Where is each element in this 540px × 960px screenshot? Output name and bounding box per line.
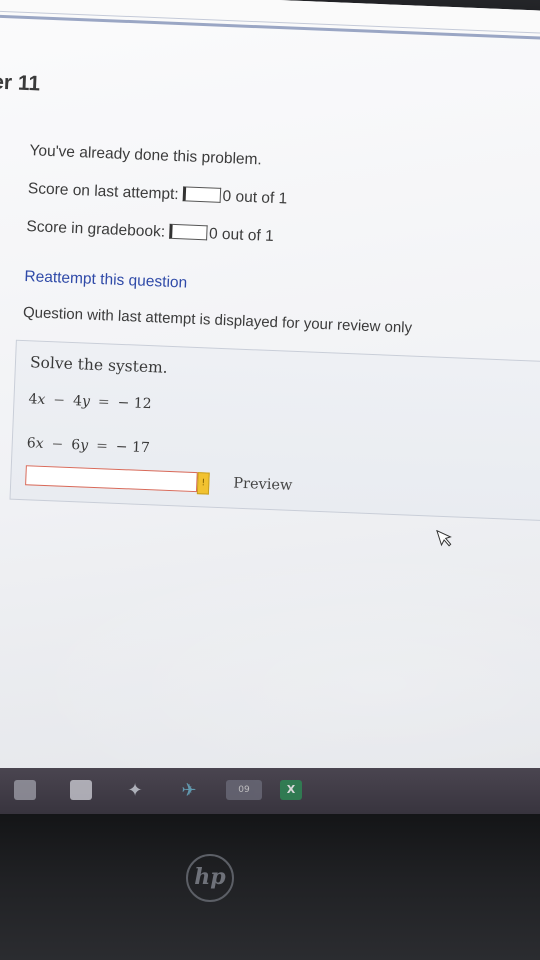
gradebook-value: 0 out of 1 xyxy=(208,225,274,245)
file-manager-icon[interactable] xyxy=(14,780,36,800)
gradebook-score: Score in gradebook: 0 out of 1 xyxy=(26,218,274,246)
eq2-equals: = xyxy=(95,438,109,455)
question-prompt: Solve the system. xyxy=(29,353,169,377)
equation-2: 6x −6y = − 17 xyxy=(26,435,150,456)
eq1-var-y: y xyxy=(81,393,91,410)
hp-logo: hp xyxy=(186,854,234,902)
answer-helper-icon[interactable]: ! xyxy=(196,472,210,495)
laptop-bezel: hp xyxy=(0,814,540,960)
equation-1: 4x −4y = − 12 xyxy=(28,391,152,412)
store-icon[interactable] xyxy=(70,780,92,800)
photo-frame: er 11 You've already done this problem. … xyxy=(0,0,540,960)
question-panel: Solve the system. 4x −4y = − 12 6x −6y = − 17 … xyxy=(9,339,540,522)
eq1-minus: − xyxy=(53,392,66,409)
eq2-var-y: y xyxy=(79,437,89,454)
gradebook-label: Score in gradebook: xyxy=(26,218,166,241)
page-header-strip xyxy=(0,0,540,42)
eq2-var-x: x xyxy=(35,435,44,452)
weather-icon[interactable]: 09 xyxy=(226,780,262,800)
last-attempt-score: Score on last attempt: 0 out of 1 xyxy=(28,180,288,208)
browser-viewport: er 11 You've already done this problem. … xyxy=(0,0,540,802)
last-attempt-value: 0 out of 1 xyxy=(222,187,288,208)
dropbox-icon[interactable]: ✦ xyxy=(124,780,146,801)
problem-status: You've already done this problem. Score … xyxy=(23,142,540,336)
header-divider xyxy=(0,9,540,36)
chapter-title: er 11 xyxy=(0,70,41,96)
eq2-rhs: − 17 xyxy=(115,438,151,457)
last-attempt-label: Score on last attempt: xyxy=(27,180,179,204)
eq1-equals: = xyxy=(97,394,110,411)
eq2-minus: − xyxy=(51,436,64,453)
review-note: Question with last attempt is displayed … xyxy=(22,303,413,337)
score-bar-last-attempt xyxy=(182,186,221,203)
preview-button[interactable]: Preview xyxy=(233,476,293,494)
eq1-rhs: − 12 xyxy=(117,394,152,413)
app-icon[interactable]: ✈ xyxy=(178,780,200,801)
reattempt-link[interactable]: Reattempt this question xyxy=(24,268,187,293)
taskbar: ✦ ✈ 09 X xyxy=(0,768,540,814)
already-done-message: You've already done this problem. xyxy=(29,142,263,169)
mouse-cursor-icon xyxy=(436,529,452,547)
eq1-var-x: x xyxy=(37,391,46,408)
answer-input[interactable] xyxy=(25,465,198,493)
score-bar-gradebook xyxy=(168,223,208,241)
excel-icon[interactable]: X xyxy=(280,780,302,800)
